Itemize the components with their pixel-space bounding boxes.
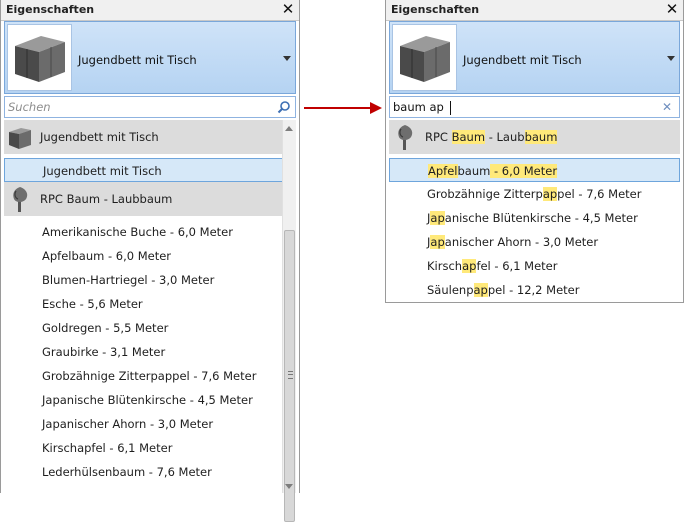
- scroll-down-icon[interactable]: [285, 484, 293, 489]
- list-item-label: Lederhülsenbaum - 7,6 Meter: [42, 465, 212, 479]
- bed-furniture-icon: [9, 128, 31, 149]
- bed-furniture-icon: [400, 36, 450, 82]
- list-item-label: Amerikanische Buche - 6,0 Meter: [42, 225, 233, 239]
- search-input[interactable]: [8, 98, 258, 116]
- list-item[interactable]: Japanischer Ahorn - 3,0 Meter: [4, 412, 283, 436]
- list-item[interactable]: Kirschapfel - 6,1 Meter: [4, 436, 283, 460]
- search-match-highlight: - 6,0 Meter: [490, 164, 558, 178]
- properties-panel-before: Eigenschaften ✕ Jugendbett mit Tisch Jug…: [0, 0, 300, 522]
- label-fragment: anischer Ahorn - 3,0 Meter: [444, 235, 599, 249]
- label-fragment: anische Blütenkirsche - 4,5 Meter: [444, 211, 638, 225]
- tree-icon: [398, 125, 413, 150]
- list-item[interactable]: Japanischer Ahorn - 3,0 Meter: [389, 230, 680, 254]
- filtered-type-list: RPC Baum - Laubbaum Apfelbaum - 6,0 Meter…: [389, 120, 680, 302]
- label-fragment: baum: [457, 164, 491, 178]
- scroll-up-icon[interactable]: [285, 126, 293, 131]
- panel-titlebar: Eigenschaften ✕: [386, 0, 683, 21]
- search-match-highlight: Baum: [451, 130, 486, 144]
- list-item-label: Goldregen - 5,5 Meter: [42, 321, 169, 335]
- list-item-label: Japanischer Ahorn - 3,0 Meter: [427, 230, 598, 254]
- type-name: Jugendbett mit Tisch: [463, 53, 582, 67]
- search-box[interactable]: [4, 96, 296, 118]
- list-item[interactable]: Goldregen - 5,5 Meter: [4, 316, 283, 340]
- list-item-label: Apfelbaum - 6,0 Meter: [42, 249, 172, 263]
- type-selector[interactable]: Jugendbett mit Tisch: [389, 21, 680, 94]
- list-item-label: Kirschapfel - 6,1 Meter: [427, 254, 557, 278]
- list-item-label: Grobzähnige Zitterpappel - 7,6 Meter: [42, 369, 257, 383]
- label-fragment: RPC: [425, 130, 452, 144]
- list-group-header[interactable]: RPC Baum - Laubbaum: [4, 182, 283, 216]
- label-fragment: Grobzähnige Zitterp: [427, 187, 543, 201]
- list-item-label: RPC Baum - Laubbaum: [425, 120, 558, 154]
- list-group-header[interactable]: RPC Baum - Laubbaum: [389, 120, 680, 154]
- list-item[interactable]: Grobzähnige Zitterpappel - 7,6 Meter: [4, 364, 283, 388]
- list-item-label: Graubirke - 3,1 Meter: [42, 345, 166, 359]
- list-group-header[interactable]: Jugendbett mit Tisch: [4, 120, 283, 154]
- close-icon[interactable]: ✕: [665, 1, 679, 17]
- list-item[interactable]: Säulenpappel - 12,2 Meter: [389, 278, 680, 302]
- arrow-right-icon: [304, 102, 382, 114]
- search-match-highlight: baum: [524, 130, 558, 144]
- label-fragment: Kirsch: [427, 259, 463, 273]
- close-icon[interactable]: ✕: [281, 1, 295, 17]
- list-item-label: Blumen-Hartriegel - 3,0 Meter: [42, 273, 215, 287]
- type-thumbnail: [392, 24, 457, 91]
- label-fragment: Säulenp: [427, 283, 474, 297]
- list-item-label: Japanische Blütenkirsche - 4,5 Meter: [42, 393, 253, 407]
- list-item-label: Jugendbett mit Tisch: [43, 164, 162, 178]
- search-match-highlight: ap: [462, 259, 477, 273]
- list-item[interactable]: Blumen-Hartriegel - 3,0 Meter: [4, 268, 283, 292]
- search-input[interactable]: [393, 98, 643, 116]
- list-item[interactable]: Graubirke - 3,1 Meter: [4, 340, 283, 364]
- label-fragment: fel - 6,1 Meter: [476, 259, 558, 273]
- list-item[interactable]: Grobzähnige Zitterpappel - 7,6 Meter: [389, 182, 680, 206]
- chevron-down-icon[interactable]: [283, 56, 291, 61]
- scrollbar[interactable]: [282, 120, 296, 522]
- grip-icon: [288, 371, 293, 379]
- clear-search-icon[interactable]: ✕: [662, 99, 672, 115]
- search-match-highlight: ap: [542, 187, 558, 201]
- list-item[interactable]: Japanische Blütenkirsche - 4,5 Meter: [389, 206, 680, 230]
- list-item-label: Grobzähnige Zitterpappel - 7,6 Meter: [427, 182, 641, 206]
- search-match-highlight: ap: [473, 283, 488, 297]
- search-match-highlight: Apfel: [428, 164, 458, 178]
- label-fragment: - Laub: [485, 130, 525, 144]
- search-match-highlight: ap: [430, 235, 445, 249]
- label-fragment: pel - 12,2 Meter: [487, 283, 580, 297]
- list-item-label: Esche - 5,6 Meter: [42, 297, 143, 311]
- chevron-down-icon[interactable]: [667, 56, 675, 61]
- bed-furniture-icon: [15, 36, 65, 82]
- list-item-selected[interactable]: Apfelbaum - 6,0 Meter: [389, 158, 680, 182]
- list-item[interactable]: Amerikanische Buche - 6,0 Meter: [4, 220, 283, 244]
- label-fragment: pel - 7,6 Meter: [557, 187, 642, 201]
- list-item-label: Jugendbett mit Tisch: [40, 130, 159, 144]
- text-cursor: [450, 101, 451, 115]
- list-item-label: Japanischer Ahorn - 3,0 Meter: [42, 417, 214, 431]
- scroll-thumb[interactable]: [284, 230, 295, 522]
- list-item-label: Säulenpappel - 12,2 Meter: [427, 278, 579, 302]
- list-item-label: RPC Baum - Laubbaum: [40, 192, 173, 206]
- list-item-label: Japanische Blütenkirsche - 4,5 Meter: [427, 206, 638, 230]
- list-item-label: Apfelbaum - 6,0 Meter: [428, 159, 558, 183]
- search-box[interactable]: ✕: [389, 96, 680, 118]
- list-item[interactable]: Esche - 5,6 Meter: [4, 292, 283, 316]
- list-item-selected[interactable]: Jugendbett mit Tisch: [4, 158, 283, 182]
- list-item[interactable]: Japanische Blütenkirsche - 4,5 Meter: [4, 388, 283, 412]
- search-icon[interactable]: [277, 100, 291, 114]
- tree-icon: [13, 187, 28, 212]
- list-item[interactable]: Kirschapfel - 6,1 Meter: [389, 254, 680, 278]
- properties-panel-after: Eigenschaften ✕ Jugendbett mit Tisch ✕ R…: [385, 0, 684, 303]
- list-item-label: Kirschapfel - 6,1 Meter: [42, 441, 173, 455]
- panel-title: Eigenschaften: [6, 3, 95, 16]
- type-name: Jugendbett mit Tisch: [78, 53, 197, 67]
- list-item[interactable]: Apfelbaum - 6,0 Meter: [4, 244, 283, 268]
- panel-title: Eigenschaften: [391, 3, 480, 16]
- search-match-highlight: ap: [430, 211, 445, 225]
- type-selector[interactable]: Jugendbett mit Tisch: [4, 21, 296, 94]
- type-list: Jugendbett mit Tisch Jugendbett mit Tisch…: [4, 120, 283, 493]
- list-item[interactable]: Lederhülsenbaum - 7,6 Meter: [4, 460, 283, 484]
- type-thumbnail: [7, 24, 72, 91]
- panel-titlebar: Eigenschaften ✕: [1, 0, 299, 21]
